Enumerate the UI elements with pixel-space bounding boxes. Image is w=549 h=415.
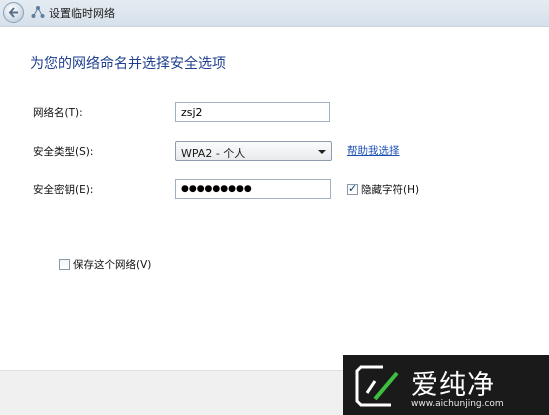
watermark-url: www.aichunjing.com xyxy=(411,399,504,409)
security-type-value: WPA2 - 个人 xyxy=(181,147,246,160)
back-arrow-icon xyxy=(8,7,18,18)
security-key-label: 安全密钥(E): xyxy=(33,184,94,196)
network-icon xyxy=(31,6,45,18)
chevron-down-icon xyxy=(318,150,326,154)
title-bar: 设置临时网络 xyxy=(0,0,549,26)
security-type-label: 安全类型(S): xyxy=(33,146,94,158)
watermark: 爱纯净 www.aichunjing.com xyxy=(343,355,549,415)
network-name-input[interactable]: zsj2 xyxy=(175,102,330,122)
network-name-label: 网络名(T): xyxy=(33,107,83,119)
window-title: 设置临时网络 xyxy=(49,7,115,20)
save-network-checkbox[interactable] xyxy=(59,259,70,270)
security-type-select[interactable]: WPA2 - 个人 xyxy=(175,141,332,161)
back-button[interactable] xyxy=(3,2,24,23)
security-key-input[interactable]: ●●●●●●●●● xyxy=(175,179,331,199)
hide-characters-label: 隐藏字符(H) xyxy=(361,184,420,196)
help-me-choose-link[interactable]: 帮助我选择 xyxy=(347,143,400,158)
save-network-label: 保存这个网络(V) xyxy=(73,259,152,271)
dialog-content: 为您的网络命名并选择安全选项 网络名(T): zsj2 安全类型(S): WPA… xyxy=(0,26,549,370)
page-heading: 为您的网络命名并选择安全选项 xyxy=(30,56,226,72)
brand-logo-icon xyxy=(355,365,399,407)
hide-characters-checkbox[interactable] xyxy=(347,182,358,195)
watermark-brand: 爱纯净 xyxy=(411,370,495,401)
